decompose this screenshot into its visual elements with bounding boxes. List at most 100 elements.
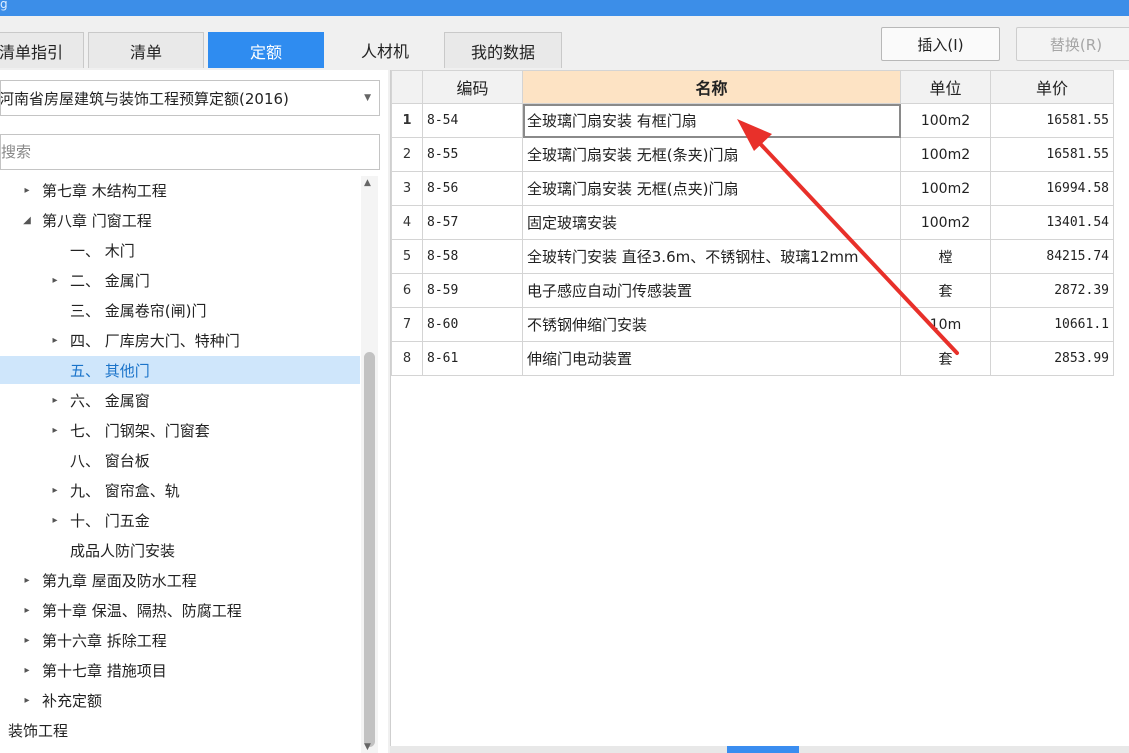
expand-triangle-icon[interactable]: ▸ xyxy=(20,185,34,196)
expand-triangle-icon[interactable]: ▸ xyxy=(20,695,34,706)
row-number-cell[interactable]: 5 xyxy=(391,239,423,274)
tab-list[interactable]: 清单 xyxy=(88,32,204,68)
price-cell[interactable]: 2872.39 xyxy=(990,273,1114,308)
row-number-cell[interactable]: 4 xyxy=(391,205,423,240)
tree-item[interactable]: 成品人防门安装 xyxy=(0,536,360,564)
table-row[interactable]: 5 8-58 全玻转门安装 直径3.6m、不锈钢柱、玻璃12mm 樘 84215.74 xyxy=(391,239,1114,274)
expand-triangle-icon[interactable]: ▸ xyxy=(20,575,34,586)
price-cell[interactable]: 13401.54 xyxy=(990,205,1114,240)
code-cell[interactable]: 8-54 xyxy=(422,103,523,138)
tree-item[interactable]: 一、 木门 xyxy=(0,236,360,264)
unit-cell[interactable]: 套 xyxy=(900,341,991,376)
tab-quota[interactable]: 定额 xyxy=(208,32,324,68)
unit-cell[interactable]: 100m2 xyxy=(900,103,991,138)
expand-triangle-icon[interactable]: ▸ xyxy=(48,335,62,346)
price-column-header[interactable]: 单价 xyxy=(990,70,1114,104)
code-cell[interactable]: 8-56 xyxy=(422,171,523,206)
row-number-cell[interactable]: 8 xyxy=(391,341,423,376)
name-cell[interactable]: 全玻转门安装 直径3.6m、不锈钢柱、玻璃12mm xyxy=(522,239,901,274)
table-row[interactable]: 7 8-60 不锈钢伸缩门安装 10m 10661.1 xyxy=(391,307,1114,342)
expand-triangle-icon[interactable]: ▸ xyxy=(48,425,62,436)
name-cell[interactable]: 伸缩门电动装置 xyxy=(522,341,901,376)
grid-horizontal-scrollbar[interactable] xyxy=(390,746,1129,753)
quota-library-select[interactable]: 河南省房屋建筑与装饰工程预算定额(2016) ▼ xyxy=(0,80,380,116)
code-cell[interactable]: 8-55 xyxy=(422,137,523,172)
tree-item[interactable]: ▸ 六、 金属窗 xyxy=(0,386,360,414)
quota-table: 编码 名称 单位 单价 1 8-54 全玻璃门扇安装 有框门扇 100m2 16581.… xyxy=(391,70,1114,376)
unit-column-header[interactable]: 单位 xyxy=(900,70,991,104)
table-row[interactable]: 4 8-57 固定玻璃安装 100m2 13401.54 xyxy=(391,205,1114,240)
tree-item[interactable]: ▸ 七、 门钢架、门窗套 xyxy=(0,416,360,444)
unit-cell[interactable]: 10m xyxy=(900,307,991,342)
tree-item[interactable]: ▸ 第七章 木结构工程 xyxy=(0,176,360,204)
name-cell[interactable]: 不锈钢伸缩门安装 xyxy=(522,307,901,342)
scroll-down-icon[interactable]: ▼ xyxy=(364,742,371,752)
code-cell[interactable]: 8-59 xyxy=(422,273,523,308)
tree-item[interactable]: 三、 金属卷帘(闸)门 xyxy=(0,296,360,324)
collapse-triangle-icon[interactable]: ◢ xyxy=(20,215,34,226)
price-cell[interactable]: 84215.74 xyxy=(990,239,1114,274)
unit-cell[interactable]: 樘 xyxy=(900,239,991,274)
tree-item[interactable]: 八、 窗台板 xyxy=(0,446,360,474)
expand-triangle-icon[interactable]: ▸ xyxy=(20,635,34,646)
scrollbar-thumb[interactable] xyxy=(727,746,799,753)
row-number-cell[interactable]: 6 xyxy=(391,273,423,308)
search-input[interactable] xyxy=(0,134,380,170)
code-column-header[interactable]: 编码 xyxy=(422,70,523,104)
tree-item[interactable]: ▸ 补充定额 xyxy=(0,686,360,714)
table-row[interactable]: 1 8-54 全玻璃门扇安装 有框门扇 100m2 16581.55 xyxy=(391,103,1114,138)
name-cell[interactable]: 全玻璃门扇安装 无框(条夹)门扇 xyxy=(522,137,901,172)
name-cell[interactable]: 固定玻璃安装 xyxy=(522,205,901,240)
table-row[interactable]: 8 8-61 伸缩门电动装置套 2853.99 xyxy=(391,341,1114,376)
tab-my-data[interactable]: 我的数据 xyxy=(444,32,562,68)
price-cell[interactable]: 10661.1 xyxy=(990,307,1114,342)
unit-cell[interactable]: 套 xyxy=(900,273,991,308)
row-number-cell[interactable]: 2 xyxy=(391,137,423,172)
name-cell[interactable]: 全玻璃门扇安装 无框(点夹)门扇 xyxy=(522,171,901,206)
unit-cell[interactable]: 100m2 xyxy=(900,205,991,240)
code-cell[interactable]: 8-60 xyxy=(422,307,523,342)
table-row[interactable]: 2 8-55 全玻璃门扇安装 无框(条夹)门扇 100m2 16581.55 xyxy=(391,137,1114,172)
table-row[interactable]: 6 8-59 电子感应自动门传感装置套 2872.39 xyxy=(391,273,1114,308)
code-cell[interactable]: 8-61 xyxy=(422,341,523,376)
tree-item[interactable]: ▸ 第十章 保温、隔热、防腐工程 xyxy=(0,596,360,624)
expand-triangle-icon[interactable]: ▸ xyxy=(48,395,62,406)
code-cell[interactable]: 8-57 xyxy=(422,205,523,240)
name-cell[interactable]: 电子感应自动门传感装置 xyxy=(522,273,901,308)
tree-item[interactable]: ▸ 四、 厂库房大门、特种门 xyxy=(0,326,360,354)
name-cell[interactable]: 全玻璃门扇安装 有框门扇 xyxy=(522,103,901,138)
scrollbar-thumb[interactable] xyxy=(364,352,375,747)
row-number-cell[interactable]: 7 xyxy=(391,307,423,342)
price-cell[interactable]: 16994.58 xyxy=(990,171,1114,206)
expand-triangle-icon[interactable]: ▸ xyxy=(48,275,62,286)
unit-cell[interactable]: 100m2 xyxy=(900,137,991,172)
tree-item[interactable]: 五、 其他门 xyxy=(0,356,360,384)
expand-triangle-icon[interactable]: ▸ xyxy=(20,605,34,616)
tree-item[interactable]: ▸ 第十六章 拆除工程 xyxy=(0,626,360,654)
name-column-header[interactable]: 名称 xyxy=(522,70,901,104)
price-cell[interactable]: 16581.55 xyxy=(990,103,1114,138)
row-number-cell[interactable]: 1 xyxy=(391,103,423,138)
expand-triangle-icon[interactable]: ▸ xyxy=(48,485,62,496)
tab-labor-material-machine[interactable]: 人材机 xyxy=(330,32,440,68)
tree-item[interactable]: ▸ 十、 门五金 xyxy=(0,506,360,534)
tree-item[interactable]: 装饰工程 xyxy=(0,716,360,744)
tree-item[interactable]: ▸ 第九章 屋面及防水工程 xyxy=(0,566,360,594)
replace-button[interactable]: 替换(R) xyxy=(1016,27,1129,61)
code-cell[interactable]: 8-58 xyxy=(422,239,523,274)
price-cell[interactable]: 2853.99 xyxy=(990,341,1114,376)
tree-item[interactable]: ▸ 二、 金属门 xyxy=(0,266,360,294)
price-cell[interactable]: 16581.55 xyxy=(990,137,1114,172)
unit-cell[interactable]: 100m2 xyxy=(900,171,991,206)
insert-button[interactable]: 插入(I) xyxy=(881,27,1000,61)
tree-item[interactable]: ◢ 第八章 门窗工程 xyxy=(0,206,360,234)
table-row[interactable]: 3 8-56 全玻璃门扇安装 无框(点夹)门扇 100m2 16994.58 xyxy=(391,171,1114,206)
tree-item[interactable]: ▸ 九、 窗帘盒、轨 xyxy=(0,476,360,504)
tree-scrollbar[interactable]: ▲ ▼ xyxy=(361,176,378,753)
scroll-up-icon[interactable]: ▲ xyxy=(364,178,371,188)
tree-item[interactable]: ▸ 第十七章 措施项目 xyxy=(0,656,360,684)
row-number-cell[interactable]: 3 xyxy=(391,171,423,206)
expand-triangle-icon[interactable]: ▸ xyxy=(20,665,34,676)
tab-list-guide[interactable]: 清单指引 xyxy=(0,32,84,68)
expand-triangle-icon[interactable]: ▸ xyxy=(48,515,62,526)
